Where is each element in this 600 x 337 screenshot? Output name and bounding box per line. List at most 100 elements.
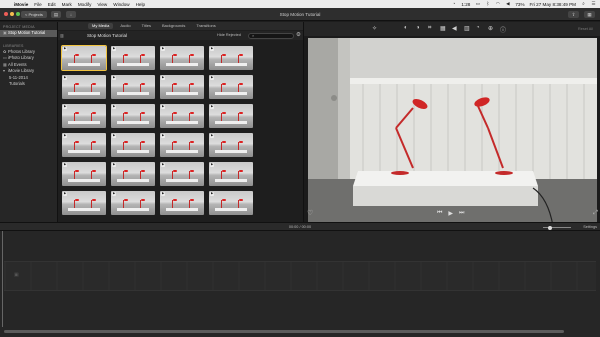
clip-thumbnail[interactable]: ▶ (62, 104, 106, 128)
clip-thumbnail[interactable]: ▶ (209, 162, 253, 186)
tab-audio[interactable]: Audio (116, 23, 134, 29)
table-shape (117, 92, 149, 95)
clip-thumbnail[interactable]: ▶ (209, 104, 253, 128)
favorite-icon[interactable]: ♡ (307, 209, 313, 217)
menu-clock[interactable]: Fri 27 May 8:38:49 PM (530, 2, 576, 7)
filter-dropdown[interactable]: Hide Rejected (217, 33, 241, 37)
clip-grid: ▶ ▶ ▶ ▶ ▶ ▶ ▶ ▶ ▶ ▶ ▶ ▶ ▶ ▶ ▶ ▶ ▶ ▶ ▶ ▶ ▶ ▶ ▶ ▶ (61, 45, 253, 217)
library-list-toggle-icon[interactable]: ▤ (51, 11, 61, 18)
minimize-window-button[interactable] (10, 12, 14, 16)
clip-thumbnail[interactable]: ▶ (111, 191, 155, 215)
clip-thumbnail[interactable]: ▶ (160, 191, 204, 215)
stabilization-icon[interactable]: ▦ (440, 25, 446, 32)
timeline-header: 00:00 / 00:00 Settings (0, 222, 600, 231)
lamp-stem (172, 84, 173, 92)
zoom-slider[interactable] (543, 225, 571, 230)
timeline-drop-zone[interactable]: ▣ (4, 261, 596, 291)
airplay-icon[interactable]: ▭ (475, 1, 480, 6)
clip-thumbnail[interactable]: ▶ (111, 104, 155, 128)
fullscreen-window-button[interactable] (16, 12, 20, 16)
lamp-shade (222, 141, 226, 143)
menu-help[interactable]: Help (136, 2, 145, 7)
lamp-shade (92, 141, 96, 143)
play-icon[interactable]: ▶ (448, 210, 453, 217)
lamp-shade (124, 170, 128, 172)
bluetooth-icon[interactable]: ᛒ (485, 1, 490, 6)
speed-icon[interactable]: ◔ (476, 25, 480, 31)
clip-thumbnail[interactable]: ▶ (61, 45, 107, 71)
fullscreen-icon[interactable]: ⤢ (593, 210, 598, 217)
skip-forward-icon[interactable]: ⏭ (459, 210, 464, 217)
lamp-stem (140, 142, 141, 150)
clip-thumbnail[interactable]: ▶ (160, 133, 204, 157)
tab-transitions[interactable]: Transitions (192, 23, 219, 29)
volume-icon[interactable]: ◀ (452, 25, 457, 32)
clip-thumbnail[interactable]: ▶ (160, 75, 204, 99)
table-shape (166, 208, 198, 211)
menu-window[interactable]: Window (113, 2, 129, 7)
clip-thumbnail[interactable]: ▶ (62, 162, 106, 186)
clip-thumbnail[interactable]: ▶ (160, 46, 204, 70)
customize-icon[interactable]: ▦ (584, 11, 595, 18)
gear-icon[interactable]: ⚙ (296, 32, 301, 38)
menu-view[interactable]: View (97, 2, 107, 7)
menu-modify[interactable]: Modify (78, 2, 92, 7)
clip-thumbnail[interactable]: ▶ (62, 133, 106, 157)
reset-all-button[interactable]: Reset All (578, 27, 593, 31)
zoom-slider-knob[interactable] (548, 225, 552, 230)
clip-thumbnail[interactable]: ▶ (160, 162, 204, 186)
video-filter-icon[interactable]: ⊕ (488, 25, 493, 32)
clip-thumbnail[interactable]: ▶ (111, 133, 155, 157)
tab-backgrounds[interactable]: Backgrounds (158, 23, 189, 29)
noise-reduction-icon[interactable]: ▥ (464, 25, 470, 32)
menu-mark[interactable]: Mark (62, 2, 72, 7)
skip-back-icon[interactable]: ⏮ (437, 210, 442, 217)
color-correction-icon[interactable]: ◑ (416, 25, 420, 31)
magic-wand-icon[interactable]: ✧ (372, 25, 377, 32)
camera-icon: ▶ (63, 133, 68, 138)
volume-icon[interactable]: ◀ (505, 1, 510, 6)
clip-thumbnail[interactable]: ▶ (111, 162, 155, 186)
menu-file[interactable]: File (34, 2, 41, 7)
time-machine-icon[interactable]: ◔ (451, 1, 456, 6)
timeline-settings-button[interactable]: Settings (583, 225, 597, 229)
tab-my-media[interactable]: My Media (88, 23, 114, 29)
menu-edit[interactable]: Edit (48, 2, 56, 7)
sidebar-item-project[interactable]: ▣Stop Motion Tutorial (0, 30, 57, 37)
clip-thumbnail[interactable]: ▶ (209, 75, 253, 99)
clip-thumbnail[interactable]: ▶ (209, 191, 253, 215)
clip-thumbnail[interactable]: ▶ (160, 104, 204, 128)
share-icon[interactable]: ⇪ (568, 11, 579, 18)
tab-titles[interactable]: Titles (138, 23, 155, 29)
close-window-button[interactable] (4, 12, 8, 16)
table-shape (68, 121, 100, 124)
table-shape (166, 150, 198, 153)
clip-thumbnail[interactable]: ▶ (111, 75, 155, 99)
clip-thumbnail[interactable]: ▶ (111, 46, 155, 70)
sidebar-item-tutorials[interactable]: Tutorials (0, 81, 57, 88)
clip-thumbnail[interactable]: ▶ (62, 75, 106, 99)
crop-icon[interactable]: ⌗ (428, 25, 431, 32)
sidebar-toggle-icon[interactable]: ▥ (60, 33, 64, 38)
clip-thumbnail[interactable]: ▶ (209, 46, 253, 70)
notification-center-icon[interactable]: ☰ (591, 1, 596, 6)
battery-percent[interactable]: 73% (515, 2, 524, 7)
clip-thumbnail[interactable]: ▶ (209, 133, 253, 157)
horizontal-scrollbar[interactable] (4, 330, 564, 333)
camera-icon: ▶ (210, 46, 215, 51)
lamp-stem (172, 171, 173, 179)
clip-thumbnail[interactable]: ▶ (62, 191, 106, 215)
clip-info-icon[interactable]: ⓘ (500, 25, 506, 34)
projects-button[interactable]: < Projects (21, 11, 47, 18)
table-shape (215, 121, 247, 124)
lamp-stem (91, 200, 92, 208)
search-input[interactable]: ⌕ (248, 32, 294, 39)
lamp-stem (238, 113, 239, 121)
wifi-icon[interactable]: ◠ (495, 1, 500, 6)
project-media-heading: PROJECT MEDIA (3, 25, 35, 29)
playhead[interactable] (2, 231, 3, 327)
color-balance-icon[interactable]: ◐ (404, 25, 408, 31)
spotlight-icon[interactable]: ⌕ (581, 1, 586, 6)
menu-app-name[interactable]: iMovie (14, 2, 28, 7)
import-media-icon[interactable]: ↓ (66, 11, 76, 18)
